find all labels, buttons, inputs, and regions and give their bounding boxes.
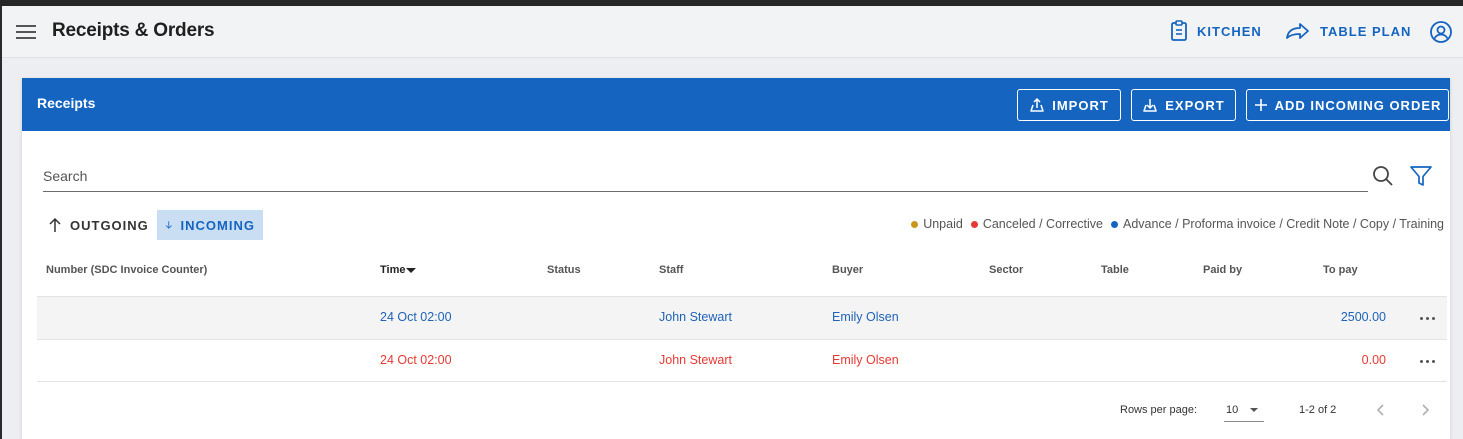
column-header-time[interactable]: Time <box>380 264 417 276</box>
legend-dot <box>1111 220 1119 228</box>
cell-staff: John Stewart <box>659 353 732 367</box>
column-header-status[interactable]: Status <box>547 264 581 276</box>
column-header-staff[interactable]: Staff <box>659 264 683 276</box>
menu-icon[interactable] <box>16 22 36 40</box>
column-header-paid-by[interactable]: Paid by <box>1203 264 1242 276</box>
arrow-down-icon <box>165 221 172 229</box>
table-row[interactable]: 24 Oct 02:00 John Stewart Emily Olsen 0.… <box>37 339 1447 382</box>
tab-incoming-label: INCOMING <box>180 217 255 233</box>
plus-icon <box>1254 99 1267 111</box>
rows-per-page-select[interactable]: 10 <box>1224 398 1264 422</box>
more-options-icon[interactable] <box>1415 307 1439 329</box>
legend-dot <box>911 220 919 228</box>
export-label: EXPORT <box>1165 97 1225 113</box>
legend-label: Unpaid <box>923 217 963 231</box>
next-page-icon[interactable] <box>1414 398 1436 422</box>
more-options-icon[interactable] <box>1415 350 1439 372</box>
column-header-table[interactable]: Table <box>1101 264 1129 276</box>
cell-to-pay: 0.00 <box>1361 353 1386 367</box>
table-plan-label: TABLE PLAN <box>1320 23 1412 39</box>
tab-outgoing-label: OUTGOING <box>70 217 149 233</box>
receipts-card: Receipts IMPORT EXPORT ADD INCOMING ORDE… <box>22 78 1450 439</box>
previous-page-icon[interactable] <box>1370 398 1392 422</box>
cell-buyer: Emily Olsen <box>832 353 899 367</box>
import-button[interactable]: IMPORT <box>1017 89 1121 121</box>
legend-dot <box>970 220 978 228</box>
pagination-range: 1-2 of 2 <box>1299 404 1337 416</box>
cell-to-pay: 2500.00 <box>1340 310 1386 324</box>
share-arrow-icon <box>1286 23 1309 39</box>
export-button[interactable]: EXPORT <box>1131 89 1236 121</box>
column-header-number[interactable]: Number (SDC Invoice Counter) <box>46 264 207 276</box>
status-legend: Unpaid Canceled / Corrective Advance / P… <box>911 217 1444 231</box>
column-header-to-pay[interactable]: To pay <box>1323 264 1358 276</box>
sort-descending-icon <box>406 267 417 273</box>
kitchen-button[interactable]: KITCHEN <box>1170 18 1262 44</box>
tab-incoming[interactable]: INCOMING <box>157 210 263 240</box>
arrow-up-icon <box>49 217 61 232</box>
cell-staff: John Stewart <box>659 310 732 324</box>
clipboard-icon <box>1171 20 1187 41</box>
upload-cloud-icon <box>1030 97 1044 112</box>
tab-outgoing[interactable]: OUTGOING <box>40 210 157 240</box>
rows-per-page-value: 10 <box>1226 404 1239 416</box>
add-incoming-order-label: ADD INCOMING ORDER <box>1274 97 1442 113</box>
column-header-sector[interactable]: Sector <box>989 264 1023 276</box>
table-plan-button[interactable]: TABLE PLAN <box>1285 18 1411 44</box>
column-header-buyer[interactable]: Buyer <box>832 264 863 276</box>
legend-item-advance: Advance / Proforma invoice / Credit Note… <box>1111 217 1444 231</box>
download-icon <box>1143 99 1158 112</box>
legend-item-canceled: Canceled / Corrective <box>970 217 1104 231</box>
legend-item-unpaid: Unpaid <box>911 217 963 231</box>
rows-per-page-label: Rows per page: <box>1120 404 1198 416</box>
search-field <box>43 160 1368 192</box>
column-header-time-label: Time <box>380 264 406 276</box>
kitchen-label: KITCHEN <box>1197 23 1262 39</box>
top-app-bar: Receipts & Orders KITCHEN TABLE PLAN <box>2 6 1463 58</box>
add-incoming-order-button[interactable]: ADD INCOMING ORDER <box>1246 89 1449 121</box>
cell-time: 24 Oct 02:00 <box>380 310 452 324</box>
cell-time: 24 Oct 02:00 <box>380 353 452 367</box>
dropdown-caret-icon <box>1250 408 1258 412</box>
search-input[interactable] <box>43 166 1343 186</box>
page-title: Receipts & Orders <box>52 20 215 41</box>
account-icon[interactable] <box>1429 20 1453 44</box>
card-header: Receipts IMPORT EXPORT ADD INCOMING ORDE… <box>22 78 1450 131</box>
app-window: Receipts & Orders KITCHEN TABLE PLAN Rec… <box>0 6 1463 439</box>
card-title: Receipts <box>37 95 96 111</box>
legend-label: Canceled / Corrective <box>982 217 1104 231</box>
import-label: IMPORT <box>1052 97 1109 113</box>
legend-label: Advance / Proforma invoice / Credit Note… <box>1123 217 1444 231</box>
filter-icon[interactable] <box>1409 164 1433 188</box>
table-row[interactable]: 24 Oct 02:00 John Stewart Emily Olsen 25… <box>37 296 1447 339</box>
search-icon[interactable] <box>1371 164 1395 188</box>
cell-buyer: Emily Olsen <box>832 310 899 324</box>
